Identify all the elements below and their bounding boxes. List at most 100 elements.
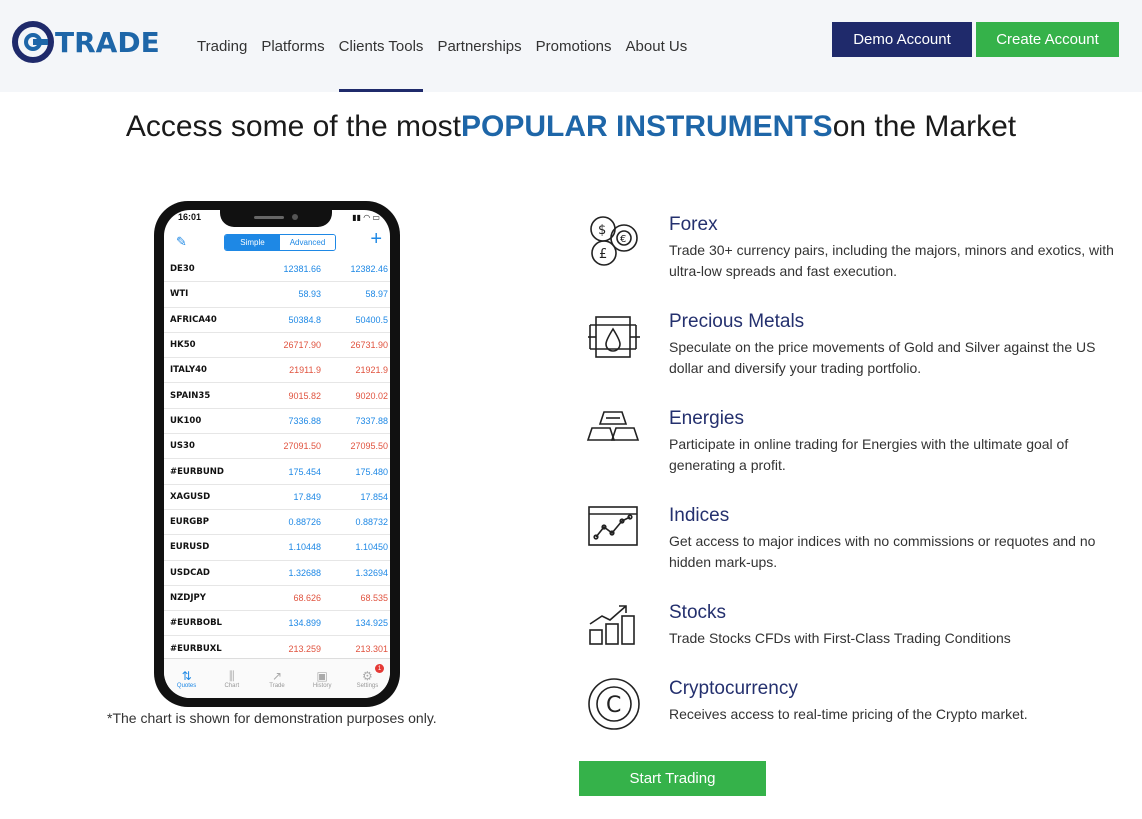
view-segment: Simple Advanced [224, 234, 336, 251]
precious-metals-icon [588, 316, 640, 358]
phone-tabbar: ⇅ Quotes ⫼ Chart ↗ Trade ▣ History ⚙ Settings 1 [164, 658, 390, 698]
nav-item-partnerships[interactable]: Partnerships [430, 0, 528, 92]
quote-ask: 0.88732 [355, 517, 388, 528]
quote-row[interactable]: #EURBUND 175.454 175.480 [164, 459, 390, 485]
quotes-icon: ⇅ [181, 668, 192, 683]
nav-item-promotions[interactable]: Promotions [529, 0, 619, 92]
logo-icon [12, 21, 54, 63]
quote-row[interactable]: UK100 7336.88 7337.88 [164, 409, 390, 435]
quote-row[interactable]: DE30 12381.66 12382.46 [164, 257, 390, 283]
svg-text:£: £ [599, 247, 607, 262]
instrument-description: Receives access to real-time pricing of … [669, 706, 1028, 722]
instrument-description: Get access to major indices with no comm… [669, 533, 1096, 570]
quote-ask: 213.301 [355, 643, 388, 654]
instrument-description: Trade 30+ currency pairs, including the … [669, 242, 1114, 279]
svg-text:C: C [606, 693, 621, 718]
start-trading-button[interactable]: Start Trading [579, 761, 766, 796]
history-icon: ▣ [316, 668, 328, 683]
svg-text:$: $ [598, 223, 606, 238]
nav-item-trading[interactable]: Trading [190, 0, 254, 92]
quote-bid: 68.626 [293, 593, 321, 603]
quote-row[interactable]: WTI 58.93 58.97 [164, 282, 390, 308]
quote-symbol: #EURBUXL [170, 643, 222, 654]
quote-bid: 0.88726 [288, 517, 321, 528]
notification-badge: 1 [375, 664, 385, 673]
edit-icon[interactable]: ✎ [176, 234, 190, 249]
instrument-title[interactable]: Cryptocurrency [669, 678, 798, 700]
nav-item-clients-tools[interactable]: Clients Tools [332, 0, 431, 92]
create-account-button[interactable]: Create Account [976, 22, 1119, 57]
quote-bid: 9015.82 [288, 390, 321, 401]
quote-bid: 12381.66 [283, 264, 321, 275]
quote-symbol: EURGBP [170, 517, 209, 528]
trade-icon: ↗ [271, 668, 283, 683]
stocks-icon [589, 605, 635, 645]
quote-symbol: HK50 [170, 340, 196, 351]
quote-bid: 27091.50 [283, 441, 321, 452]
quotes-list: DE30 12381.66 12382.46 WTI 58.93 58.97 AFRICA4… [164, 257, 390, 662]
quote-symbol: #EURBOBL [170, 618, 222, 629]
tab-chart[interactable]: ⫼ Chart [209, 659, 254, 698]
quote-ask: 134.925 [355, 618, 388, 629]
quote-bid: 1.32688 [288, 567, 321, 578]
quote-row[interactable]: SPAIN35 9015.82 9020.02 [164, 383, 390, 409]
quote-ask: 26731.90 [350, 340, 388, 351]
quote-row[interactable]: XAGUSD 17.849 17.854 [164, 485, 390, 510]
quote-row[interactable]: EURUSD 1.10448 1.10450 [164, 535, 390, 561]
site-header: TRADE Trading Platforms Clients Tools Pa… [0, 0, 1142, 92]
phone-screen: 16:01 ▮▮ ◠ ▭ ✎ Simple Advanced + DE30 123… [164, 210, 390, 698]
quote-row[interactable]: #EURBOBL 134.899 134.925 [164, 611, 390, 637]
quote-symbol: NZDJPY [170, 593, 206, 603]
tab-label: Settings [356, 682, 379, 689]
instrument-title[interactable]: Energies [669, 408, 744, 430]
quote-row[interactable]: US30 27091.50 27095.50 [164, 434, 390, 460]
phone-notch [220, 210, 332, 227]
quote-ask: 58.97 [365, 289, 388, 300]
headline-highlight: POPULAR INSTRUMENTS [461, 110, 833, 143]
quote-bid: 58.93 [298, 289, 321, 300]
status-time: 16:01 [178, 212, 202, 222]
quote-bid: 134.899 [288, 618, 321, 629]
disclaimer: *The chart is shown for demonstration pu… [107, 710, 437, 726]
demo-account-button[interactable]: Demo Account [832, 22, 972, 57]
energies-icon [586, 411, 640, 441]
segment-advanced[interactable]: Advanced [280, 235, 335, 250]
brand-logo[interactable]: TRADE [12, 20, 160, 64]
quote-symbol: UK100 [170, 415, 202, 426]
svg-text:€: € [620, 234, 626, 245]
quote-ask: 12382.46 [350, 264, 388, 275]
tab-settings[interactable]: ⚙ Settings 1 [345, 659, 390, 698]
quote-ask: 175.480 [355, 466, 388, 477]
quote-symbol: ITALY40 [170, 365, 207, 376]
tab-trade[interactable]: ↗ Trade [254, 659, 299, 698]
quote-row[interactable]: EURGBP 0.88726 0.88732 [164, 510, 390, 536]
indices-icon [588, 506, 638, 546]
nav-item-platforms[interactable]: Platforms [254, 0, 331, 92]
quote-ask: 17.854 [360, 491, 388, 502]
instrument-title[interactable]: Precious Metals [669, 311, 804, 333]
instrument-title[interactable]: Indices [669, 505, 729, 527]
instrument-title[interactable]: Forex [669, 214, 718, 236]
quote-row[interactable]: ITALY40 21911.9 21921.9 [164, 358, 390, 384]
chart-icon: ⫼ [229, 668, 235, 683]
add-icon[interactable]: + [370, 228, 382, 251]
quote-ask: 9020.02 [355, 390, 388, 401]
quote-bid: 175.454 [288, 466, 321, 477]
segment-simple[interactable]: Simple [225, 235, 280, 250]
instrument-title[interactable]: Stocks [669, 602, 726, 624]
nav-item-about-us[interactable]: About Us [619, 0, 695, 92]
status-icons: ▮▮ ◠ ▭ [352, 213, 380, 222]
quote-symbol: DE30 [170, 264, 195, 275]
quote-row[interactable]: AFRICA40 50384.8 50400.5 [164, 308, 390, 333]
quote-row[interactable]: HK50 26717.90 26731.90 [164, 333, 390, 359]
quote-symbol: EURUSD [170, 542, 210, 553]
tab-history[interactable]: ▣ History [300, 659, 345, 698]
quote-bid: 213.259 [288, 643, 321, 654]
phone-mockup: 16:01 ▮▮ ◠ ▭ ✎ Simple Advanced + DE30 123… [154, 201, 400, 707]
quote-symbol: US30 [170, 441, 195, 452]
quote-row[interactable]: NZDJPY 68.626 68.535 [164, 586, 390, 612]
quote-row[interactable]: USDCAD 1.32688 1.32694 [164, 561, 390, 586]
quote-bid: 17.849 [293, 491, 321, 502]
quote-bid: 21911.9 [289, 365, 321, 376]
tab-quotes[interactable]: ⇅ Quotes [164, 659, 209, 698]
